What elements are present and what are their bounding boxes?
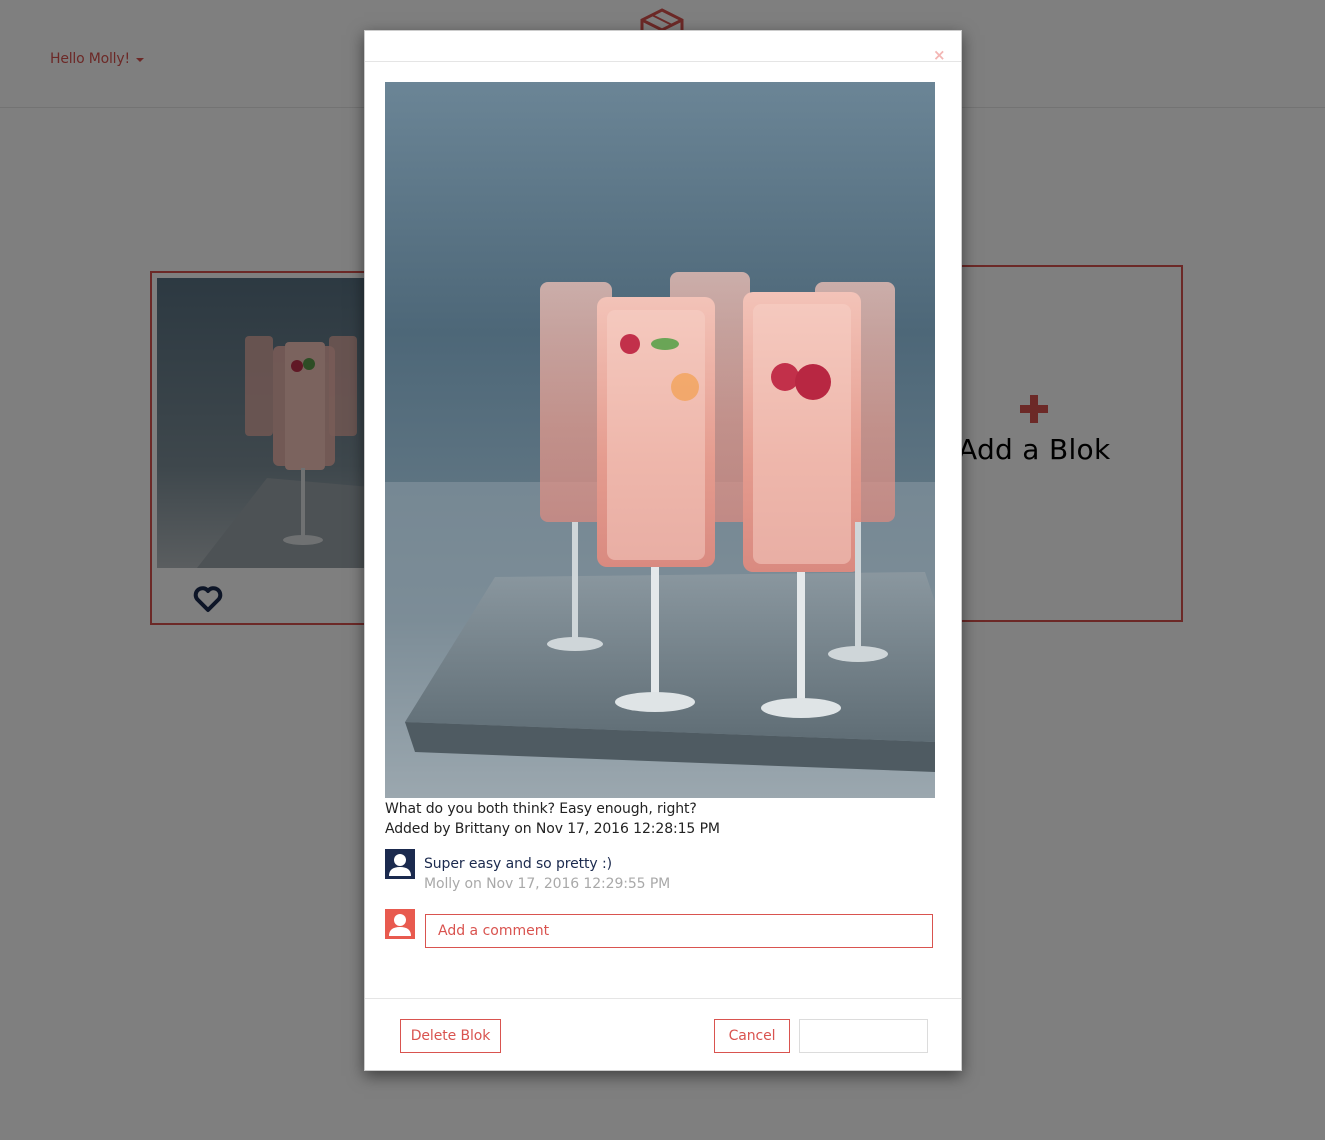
comment-item: Super easy and so pretty :) Molly on Nov… — [385, 849, 935, 899]
comment-input[interactable] — [425, 914, 933, 948]
comment-text: Super easy and so pretty :) — [424, 856, 612, 872]
close-icon[interactable]: × — [933, 48, 946, 63]
cancel-button[interactable]: Cancel — [714, 1019, 790, 1053]
modal-header: × — [365, 31, 961, 63]
blok-caption: What do you both think? Easy enough, rig… — [385, 801, 697, 817]
blok-detail-modal: × What do you both think? Easy enough, r… — [364, 30, 962, 1071]
blok-image — [385, 82, 935, 798]
comment-meta: Molly on Nov 17, 2016 12:29:55 PM — [424, 876, 671, 892]
modal-footer: Delete Blok Cancel — [365, 998, 961, 1072]
blok-added-by: Added by Brittany on Nov 17, 2016 12:28:… — [385, 821, 720, 837]
user-avatar-icon — [385, 849, 415, 879]
user-avatar-icon — [385, 909, 415, 939]
save-button[interactable] — [799, 1019, 928, 1053]
delete-blok-button[interactable]: Delete Blok — [400, 1019, 501, 1053]
